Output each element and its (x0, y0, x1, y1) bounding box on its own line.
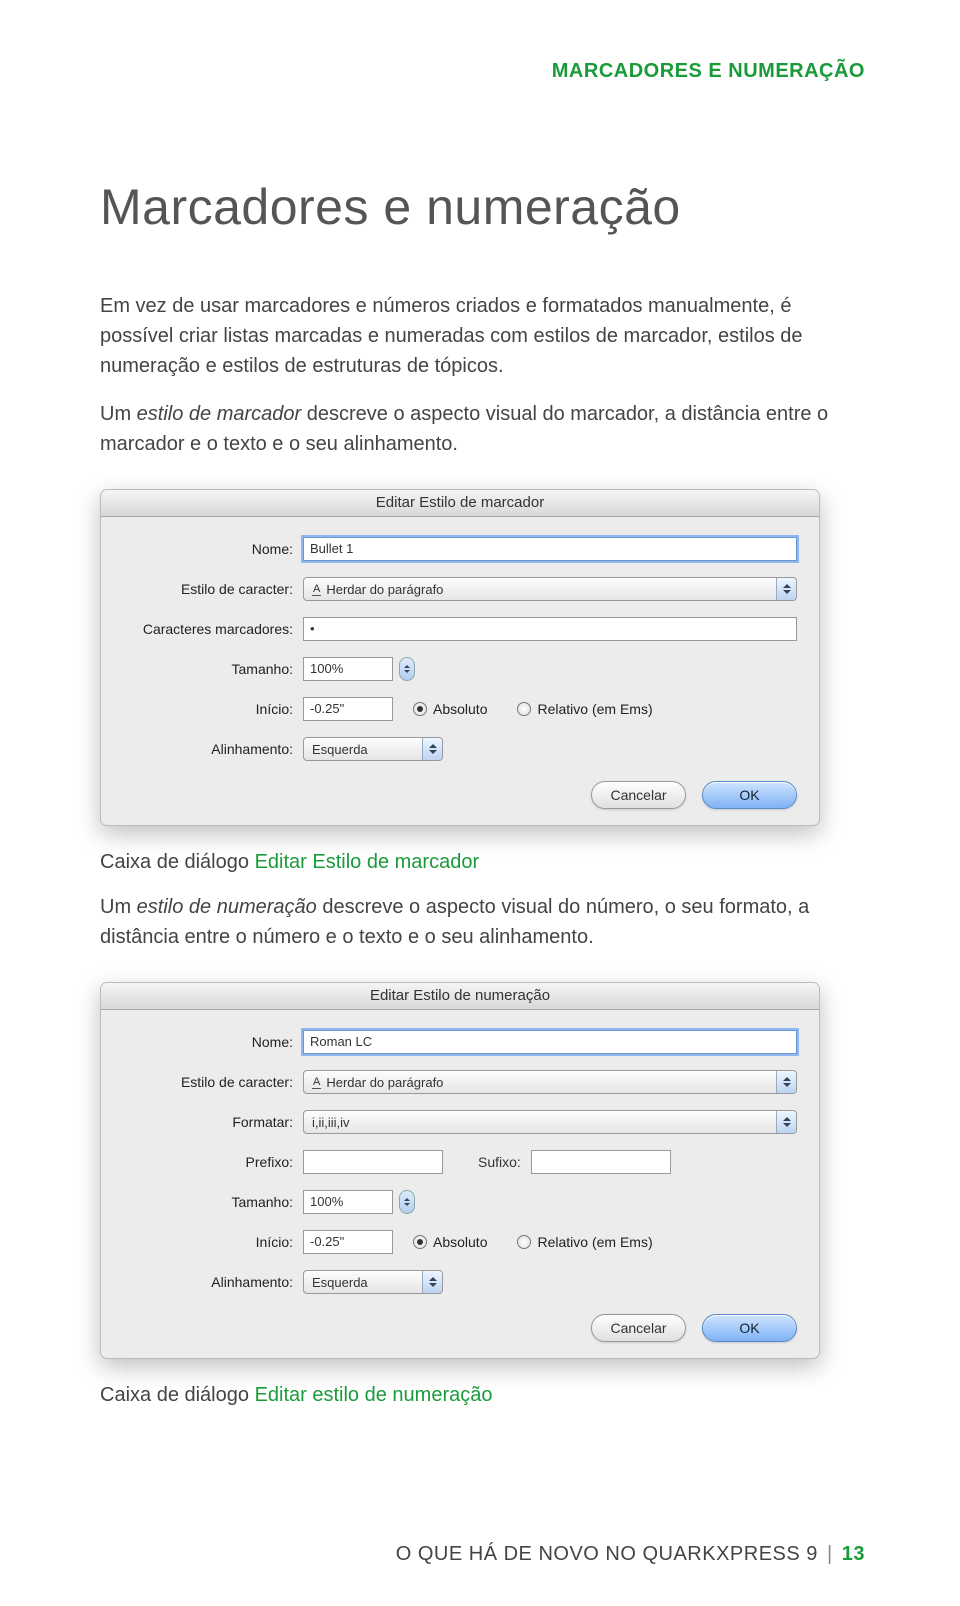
label-inicio: Início: (123, 1234, 293, 1250)
text: Um (100, 896, 137, 918)
label-prefixo: Prefixo: (123, 1154, 293, 1170)
section-header: MARCADORES E NUMERAÇÃO (100, 60, 865, 83)
radio-relativo[interactable]: Relativo (em Ems) (517, 701, 652, 717)
label-estilo: Estilo de caracter: (123, 1074, 293, 1090)
dialog-title: Editar Estilo de numeração (101, 983, 819, 1010)
radio-label: Relativo (em Ems) (537, 1234, 652, 1250)
tamanho-input[interactable]: 100% (303, 1190, 393, 1214)
ok-button[interactable]: OK (702, 1314, 797, 1342)
term-numbering-style: estilo de numeração (137, 896, 317, 918)
radio-absoluto[interactable]: Absoluto (413, 701, 487, 717)
label-inicio: Início: (123, 701, 293, 717)
dialog-edit-bullet-style: Editar Estilo de marcador Nome: Bullet 1… (100, 489, 820, 826)
underline-icon: A (312, 583, 321, 596)
select-value: Esquerda (312, 742, 368, 757)
radio-icon (413, 702, 427, 716)
select-value: i,ii,iii,iv (312, 1115, 350, 1130)
select-value: Herdar do parágrafo (326, 1075, 443, 1090)
page-footer: O QUE HÁ DE NOVO NO QUARKXPRESS 9 | 13 (396, 1543, 865, 1566)
label-tamanho: Tamanho: (123, 1194, 293, 1210)
label-nome: Nome: (123, 1034, 293, 1050)
text: Caixa de diálogo (100, 851, 255, 873)
formatar-select[interactable]: i,ii,iii,iv (303, 1110, 797, 1134)
chevron-updown-icon (422, 738, 442, 760)
separator: | (827, 1543, 833, 1565)
radio-relativo[interactable]: Relativo (em Ems) (517, 1234, 652, 1250)
caption-highlight: Editar Estilo de marcador (255, 851, 480, 873)
footer-text: O QUE HÁ DE NOVO NO QUARKXPRESS 9 (396, 1543, 818, 1565)
tamanho-input[interactable]: 100% (303, 657, 393, 681)
dialog-title: Editar Estilo de marcador (101, 490, 819, 517)
chevron-updown-icon (776, 1071, 796, 1093)
estilo-select[interactable]: A Herdar do parágrafo (303, 577, 797, 601)
radio-label: Relativo (em Ems) (537, 701, 652, 717)
tamanho-stepper[interactable] (399, 657, 415, 681)
label-tamanho: Tamanho: (123, 661, 293, 677)
label-caracteres: Caracteres marcadores: (123, 621, 293, 637)
radio-label: Absoluto (433, 1234, 487, 1250)
cancel-button[interactable]: Cancelar (591, 1314, 686, 1342)
inicio-input[interactable]: -0.25" (303, 1230, 393, 1254)
alinhamento-select[interactable]: Esquerda (303, 1270, 443, 1294)
page-title: Marcadores e numeração (100, 178, 865, 236)
paragraph-3: Um estilo de numeração descreve o aspect… (100, 892, 865, 952)
chevron-updown-icon (422, 1271, 442, 1293)
chevron-updown-icon (776, 578, 796, 600)
caracteres-input[interactable]: • (303, 617, 797, 641)
radio-absoluto[interactable]: Absoluto (413, 1234, 487, 1250)
caption-2: Caixa de diálogo Editar estilo de numera… (100, 1384, 865, 1407)
select-value: Herdar do parágrafo (326, 582, 443, 597)
prefixo-input[interactable] (303, 1150, 443, 1174)
radio-label: Absoluto (433, 701, 487, 717)
label-sufixo: Sufixo: (478, 1154, 521, 1170)
label-nome: Nome: (123, 541, 293, 557)
cancel-button[interactable]: Cancelar (591, 781, 686, 809)
inicio-input[interactable]: -0.25" (303, 697, 393, 721)
label-alinhamento: Alinhamento: (123, 1274, 293, 1290)
paragraph-1: Em vez de usar marcadores e números cria… (100, 291, 865, 381)
estilo-select[interactable]: A Herdar do parágrafo (303, 1070, 797, 1094)
text: Caixa de diálogo (100, 1384, 255, 1406)
caption-highlight: Editar estilo de numeração (255, 1384, 493, 1406)
underline-icon: A (312, 1076, 321, 1089)
chevron-updown-icon (776, 1111, 796, 1133)
paragraph-2: Um estilo de marcador descreve o aspecto… (100, 399, 865, 459)
radio-icon (517, 1235, 531, 1249)
label-formatar: Formatar: (123, 1114, 293, 1130)
select-value: Esquerda (312, 1275, 368, 1290)
label-estilo: Estilo de caracter: (123, 581, 293, 597)
alinhamento-select[interactable]: Esquerda (303, 737, 443, 761)
radio-icon (517, 702, 531, 716)
page-number: 13 (842, 1543, 865, 1565)
text: Um (100, 403, 137, 425)
nome-input[interactable]: Roman LC (303, 1030, 797, 1054)
sufixo-input[interactable] (531, 1150, 671, 1174)
caption-1: Caixa de diálogo Editar Estilo de marcad… (100, 851, 865, 874)
tamanho-stepper[interactable] (399, 1190, 415, 1214)
label-alinhamento: Alinhamento: (123, 741, 293, 757)
nome-input[interactable]: Bullet 1 (303, 537, 797, 561)
term-marker-style: estilo de marcador (137, 403, 302, 425)
dialog-edit-numbering-style: Editar Estilo de numeração Nome: Roman L… (100, 982, 820, 1359)
ok-button[interactable]: OK (702, 781, 797, 809)
radio-icon (413, 1235, 427, 1249)
